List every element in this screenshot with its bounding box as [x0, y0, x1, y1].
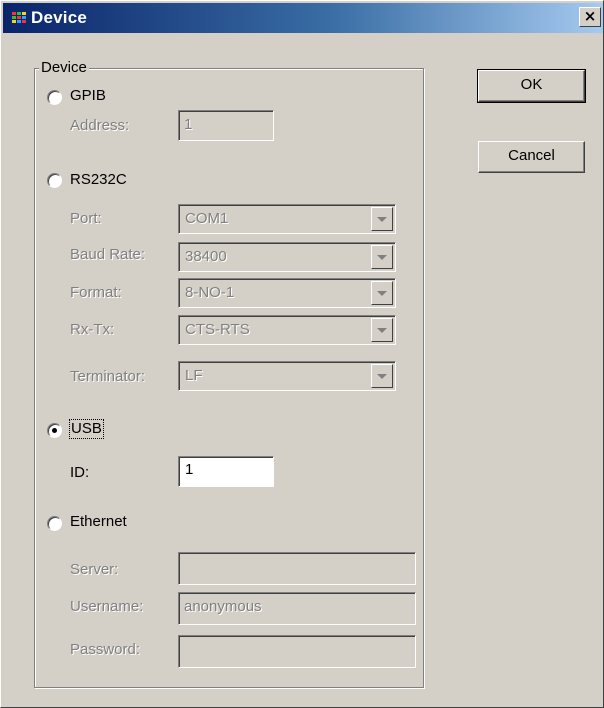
radio-selected-dot	[52, 428, 57, 433]
terminator-label: Terminator:	[70, 368, 146, 385]
port-value: COM1	[185, 210, 229, 227]
rs232c-radio[interactable]	[47, 173, 62, 188]
username-label: Username:	[70, 598, 144, 615]
username-field[interactable]: anonymous	[178, 592, 416, 625]
id-label: ID:	[70, 464, 90, 481]
rxtx-select[interactable]: CTS-RTS	[178, 315, 396, 345]
id-input[interactable]: 1	[178, 456, 274, 487]
gpib-radio[interactable]	[47, 90, 62, 105]
ethernet-label[interactable]: Ethernet	[70, 513, 127, 531]
format-value: 8-NO-1	[185, 284, 235, 301]
rxtx-label: Rx-Tx:	[70, 321, 115, 338]
device-dialog: Device × Device GPIB Address: 1 RS232C P…	[0, 0, 604, 708]
title-bar[interactable]: Device ×	[3, 3, 603, 33]
ok-button[interactable]: OK	[477, 69, 586, 103]
device-group-title: Device	[39, 58, 89, 78]
gpib-label[interactable]: GPIB	[70, 87, 106, 105]
chevron-down-icon[interactable]	[371, 245, 393, 269]
usb-label[interactable]: USB	[69, 419, 104, 439]
app-icon	[12, 12, 26, 23]
chevron-down-icon[interactable]	[371, 318, 393, 342]
format-select[interactable]: 8-NO-1	[178, 278, 396, 308]
terminator-value: LF	[185, 367, 203, 384]
baud-rate-label: Baud Rate:	[70, 246, 146, 263]
usb-radio[interactable]	[47, 423, 62, 438]
address-field[interactable]: 1	[178, 110, 274, 141]
port-select[interactable]: COM1	[178, 204, 396, 234]
chevron-down-icon[interactable]	[371, 364, 393, 388]
rxtx-value: CTS-RTS	[185, 321, 250, 338]
address-label: Address:	[70, 117, 130, 134]
baud-rate-value: 38400	[185, 248, 227, 265]
server-label: Server:	[70, 561, 119, 578]
chevron-down-icon[interactable]	[371, 281, 393, 305]
server-field[interactable]	[178, 552, 416, 585]
ethernet-radio[interactable]	[47, 516, 62, 531]
cancel-button[interactable]: Cancel	[478, 141, 585, 173]
format-label: Format:	[70, 284, 122, 301]
window-title: Device	[31, 8, 88, 27]
terminator-select[interactable]: LF	[178, 361, 396, 391]
port-label: Port:	[70, 210, 102, 227]
chevron-down-icon[interactable]	[371, 207, 393, 231]
rs232c-label[interactable]: RS232C	[70, 171, 127, 189]
baud-rate-select[interactable]: 38400	[178, 242, 396, 272]
password-field[interactable]	[178, 635, 416, 668]
close-button[interactable]: ×	[579, 7, 601, 27]
close-icon: ×	[583, 7, 597, 25]
password-label: Password:	[70, 641, 141, 658]
